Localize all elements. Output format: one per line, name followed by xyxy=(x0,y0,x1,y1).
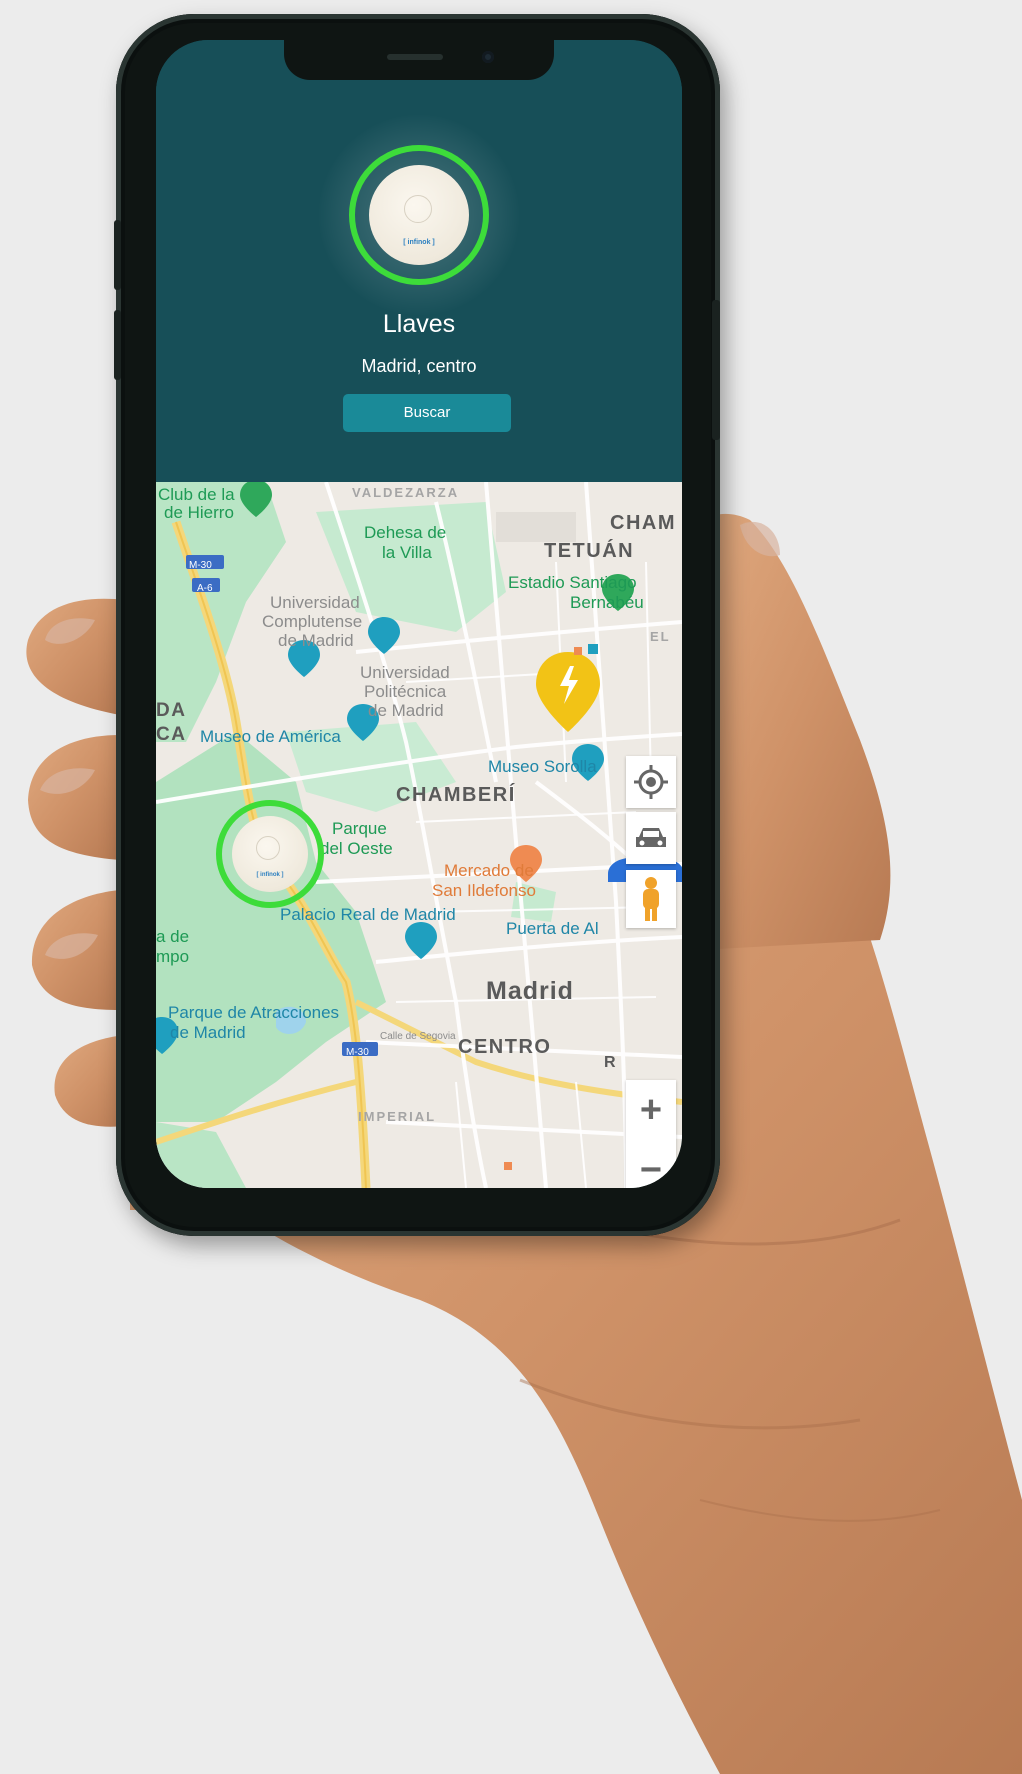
map-label: del Oeste xyxy=(320,839,393,858)
side-button xyxy=(712,300,720,440)
car-icon xyxy=(636,828,666,847)
map-label: Palacio Real de Madrid xyxy=(280,905,456,924)
item-title: Llaves xyxy=(382,310,456,338)
item-location: Madrid, centro xyxy=(361,356,477,376)
map-label: DA xyxy=(156,700,187,721)
notch xyxy=(284,40,554,80)
street-view-button[interactable] xyxy=(626,870,676,928)
volume-button xyxy=(114,310,121,380)
search-button[interactable]: Buscar xyxy=(343,394,511,432)
map-label: mpo xyxy=(156,947,190,966)
map-label: Puerta de Al xyxy=(506,919,599,938)
map-label: Club de la xyxy=(158,485,235,504)
map-label: de Madrid xyxy=(170,1023,246,1042)
map-label: San Ildefonso xyxy=(432,881,536,900)
map-label: R xyxy=(604,1054,618,1071)
tag-brand-label: [ infinok ] xyxy=(256,872,284,878)
volume-button xyxy=(114,220,121,290)
map-label: de Madrid xyxy=(278,631,354,650)
app-header: [ infinok ] Llaves Madrid, centro Buscar xyxy=(156,40,682,482)
map-label: Museo Sorolla xyxy=(488,757,597,776)
driving-mode-button[interactable] xyxy=(626,812,676,864)
map-label: VALDEZARZA xyxy=(352,485,460,500)
speaker xyxy=(387,54,443,60)
zoom-control: + − xyxy=(626,1080,676,1188)
tag-location-marker[interactable]: [ infinok ] xyxy=(232,816,308,892)
yellow-charging-marker xyxy=(536,652,600,732)
tracker-tag-image[interactable]: [ infinok ] xyxy=(369,165,469,265)
map-label: Parque xyxy=(332,819,387,838)
map-label: Politécnica xyxy=(364,682,447,701)
street-label: Calle de Segovia xyxy=(380,1031,456,1042)
map-label: EL xyxy=(650,629,671,644)
map-label: Bernabéu xyxy=(570,593,644,612)
map-label: a de xyxy=(156,927,190,946)
map-label: Complutense xyxy=(262,612,363,631)
map-label: TETUÁN xyxy=(544,540,635,562)
map-label: CHAM xyxy=(610,512,676,534)
map-label: Estadio Santiago xyxy=(508,573,637,592)
crosshair-icon xyxy=(634,765,668,799)
tag-brand-label: [ infinok ] xyxy=(403,239,435,246)
map-label: CENTRO xyxy=(458,1036,552,1058)
highway-label: M-30 xyxy=(346,1047,369,1058)
zoom-out-button[interactable]: − xyxy=(626,1140,676,1189)
map-label: de Madrid xyxy=(368,701,444,720)
map-label: Dehesa de xyxy=(364,523,447,542)
my-location-button[interactable] xyxy=(626,756,676,808)
map-label: Madrid xyxy=(486,977,574,1005)
camera xyxy=(482,51,494,63)
map-label: Universidad xyxy=(360,663,450,682)
tag-button-icon xyxy=(256,836,280,860)
pegman-icon xyxy=(643,877,659,921)
map-label: Museo de América xyxy=(200,727,341,746)
map-label: la Villa xyxy=(382,543,432,562)
phone-screen: [ infinok ] Llaves Madrid, centro Buscar xyxy=(156,40,682,1188)
map-label: CA xyxy=(156,724,187,745)
map-view[interactable]: Club de la de Hierro VALDEZARZA Dehesa d… xyxy=(156,482,682,1188)
tag-button-icon xyxy=(404,195,432,223)
map-label: IMPERIAL xyxy=(358,1109,437,1124)
zoom-in-button[interactable]: + xyxy=(626,1080,676,1140)
map-label: de Hierro xyxy=(164,503,234,522)
highway-label: A-6 xyxy=(197,583,213,594)
map-label: Universidad xyxy=(270,593,360,612)
highway-label: M-30 xyxy=(189,560,212,571)
map-label: Parque de Atracciones xyxy=(168,1003,340,1022)
map-label: Mercado de xyxy=(444,861,534,880)
map-label: CHAMBERÍ xyxy=(396,784,516,806)
